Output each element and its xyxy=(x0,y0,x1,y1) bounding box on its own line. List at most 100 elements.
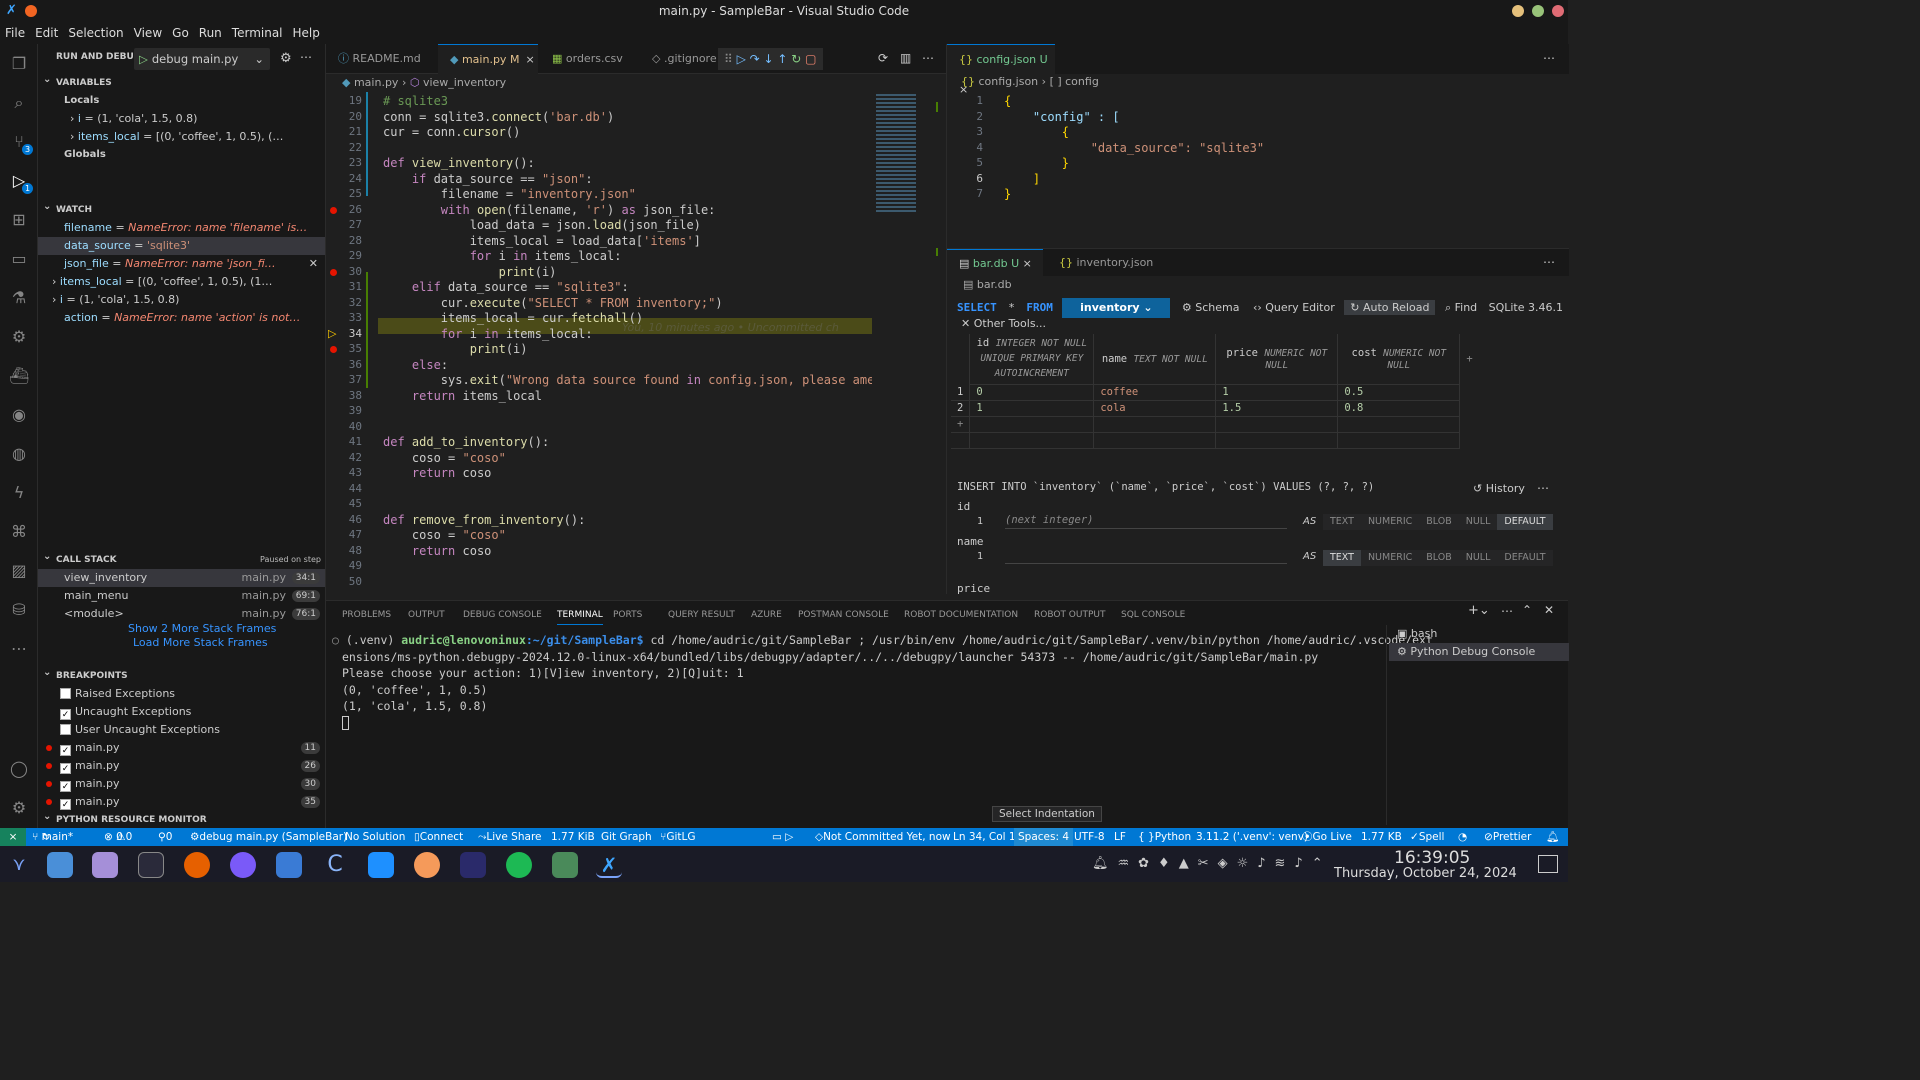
code-line[interactable]: "data_source": "sqlite3" xyxy=(1004,141,1264,155)
menu-help[interactable]: Help xyxy=(288,22,325,44)
minimap[interactable] xyxy=(872,92,938,592)
menu-edit[interactable]: Edit xyxy=(30,22,63,44)
close-tab-icon[interactable]: × xyxy=(525,53,534,66)
indentation-status[interactable]: Spaces: 4 xyxy=(1014,828,1074,846)
menu-go[interactable]: Go xyxy=(167,22,194,44)
connect-status[interactable]: ▯ Connect xyxy=(414,828,463,846)
breakpoint-dot-icon[interactable] xyxy=(330,206,337,214)
config-editor[interactable]: 1 {2 "config" : [3 {4 "data_source": "sql… xyxy=(947,92,1567,242)
code-line[interactable]: return items_local xyxy=(383,389,542,403)
screen-app-icon[interactable] xyxy=(460,852,486,878)
remove-watch-icon[interactable]: ✕ xyxy=(309,255,318,273)
clock-date[interactable]: Thursday, October 24, 2024 xyxy=(1334,866,1517,881)
watch-item[interactable]: data_source = 'sqlite3' xyxy=(38,237,325,255)
tab-readme[interactable]: ⓘ README.md xyxy=(326,44,432,74)
stack-frame[interactable]: view_inventory main.py 34:1 xyxy=(38,569,325,587)
database-icon[interactable]: ⛁ xyxy=(9,600,29,620)
panel-tab-azure[interactable]: AZURE xyxy=(751,605,782,625)
panel-tab-problems[interactable]: PROBLEMS xyxy=(342,605,391,625)
editor-more-icon[interactable]: ⋯ xyxy=(922,51,934,65)
table-cell[interactable]: 0 xyxy=(969,384,1095,401)
watch-item[interactable]: action = NameError: name 'action' is not… xyxy=(38,309,325,327)
table-cell[interactable]: cola xyxy=(1093,400,1217,417)
find-button[interactable]: ⌕ Find xyxy=(1445,301,1477,314)
code-line[interactable]: return coso xyxy=(383,466,491,480)
add-row-icon[interactable]: + xyxy=(951,416,971,433)
code-line[interactable]: cur.execute("SELECT * FROM inventory;") xyxy=(383,296,723,310)
code-line[interactable]: } xyxy=(1004,156,1069,170)
checkbox[interactable] xyxy=(60,724,71,735)
locals-scope[interactable]: Locals xyxy=(38,92,325,110)
run-debug-icon[interactable]: ▷ 1 xyxy=(9,171,33,194)
code-line[interactable]: elif data_source == "sqlite3": xyxy=(383,280,629,294)
code-line[interactable]: items_local = load_data['items'] xyxy=(383,234,701,248)
watch-section[interactable]: WATCH xyxy=(38,198,325,219)
insert-more-icon[interactable]: ⋯ xyxy=(1537,481,1549,495)
code-line[interactable]: ] xyxy=(1004,172,1040,186)
system-tray[interactable]: 🔔︎♒✿♦▲✂◈☼♪≋♪⌃ xyxy=(1092,856,1332,871)
breakpoint-dot-icon[interactable] xyxy=(330,268,337,276)
stop-icon[interactable]: ▢ xyxy=(805,52,816,66)
editor-more-icon[interactable]: ⋯ xyxy=(1543,51,1555,65)
breakpoint-item[interactable]: ✓ main.py 35 xyxy=(38,793,325,811)
live-share-status[interactable]: ⤳ Live Share xyxy=(478,828,542,846)
terminal-session-debug[interactable]: ⚙ Python Debug Console xyxy=(1389,643,1569,661)
files-app-icon[interactable] xyxy=(47,852,73,878)
extensions-icon[interactable]: ⊞ xyxy=(9,210,29,230)
type-null-option[interactable]: NULL xyxy=(1458,514,1498,530)
close-tab-icon[interactable]: × xyxy=(1023,257,1032,270)
json-icon[interactable]: ◍ xyxy=(9,444,29,464)
panel-tab-debug-console[interactable]: DEBUG CONSOLE xyxy=(463,605,542,625)
other-tools-button[interactable]: ✕ Other Tools... xyxy=(961,317,1046,330)
checkbox[interactable]: ✓ xyxy=(60,781,71,792)
db-grid[interactable]: id INTEGER NOT NULL UNIQUE PRIMARY KEY A… xyxy=(951,334,1479,449)
code-line[interactable]: with open(filename, 'r') as json_file: xyxy=(383,203,716,217)
panel-tab-output[interactable]: OUTPUT xyxy=(408,605,445,625)
code-line[interactable]: for i in items_local: xyxy=(383,249,622,263)
query-editor-button[interactable]: ‹› Query Editor xyxy=(1253,301,1335,314)
history-button[interactable]: ↺ History xyxy=(1473,482,1525,495)
music-app-icon[interactable] xyxy=(368,852,394,878)
id-type-selector[interactable]: TEXT NUMERIC BLOB NULL DEFAULT xyxy=(1323,513,1553,530)
globals-scope[interactable]: Globals xyxy=(38,146,325,164)
code-line[interactable]: else: xyxy=(383,358,448,372)
table-cell[interactable]: coffee xyxy=(1093,384,1217,401)
breakpoint-option[interactable]: Raised Exceptions xyxy=(38,685,325,703)
remote-explorer-icon[interactable]: ▭ xyxy=(9,249,29,269)
cursor-position[interactable]: Ln 34, Col 1 xyxy=(953,828,1016,846)
stack-frame[interactable]: <module> main.py 76:1 xyxy=(38,605,325,623)
type-null-option[interactable]: NULL xyxy=(1458,550,1498,566)
column-header-cost[interactable]: cost NUMERIC NOT NULL xyxy=(1337,334,1461,385)
editor-more-icon[interactable]: ⋯ xyxy=(1543,255,1555,269)
tab-gitignore[interactable]: ◇ .gitignore xyxy=(640,44,720,74)
code-line[interactable]: print(i) xyxy=(383,342,528,356)
code-line[interactable]: load_data = json.load(json_file) xyxy=(383,218,701,232)
debug-settings-gear-icon[interactable]: ⚙ xyxy=(280,51,292,66)
tab-config-json[interactable]: {} config.json U × xyxy=(947,44,1055,96)
column-header-name[interactable]: name TEXT NOT NULL xyxy=(1093,334,1217,385)
step-into-icon[interactable]: ↓ xyxy=(764,52,778,66)
code-line[interactable]: def remove_from_inventory(): xyxy=(383,513,585,527)
menu-terminal[interactable]: Terminal xyxy=(227,22,288,44)
column-header-id[interactable]: id INTEGER NOT NULL UNIQUE PRIMARY KEY A… xyxy=(969,334,1095,385)
encoding-status[interactable]: UTF-8 xyxy=(1074,828,1105,846)
checkbox[interactable]: ✓ xyxy=(60,799,71,810)
show-more-frames-link[interactable]: Show 2 More Stack Frames xyxy=(128,622,276,635)
code-line[interactable]: items_local = cur.fetchall() xyxy=(383,311,643,325)
testing-icon[interactable]: ⚗ xyxy=(9,288,29,308)
panel-tab-sql-console[interactable]: SQL CONSOLE xyxy=(1121,605,1185,625)
solution-status[interactable]: No Solution xyxy=(345,828,405,846)
variable-row[interactable]: › items_local = [(0, 'coffee', 1, 0.5), … xyxy=(38,128,325,146)
breadcrumb-file[interactable]: main.py xyxy=(354,76,398,89)
type-blob-option[interactable]: BLOB xyxy=(1419,514,1459,530)
checkbox[interactable]: ✓ xyxy=(60,745,71,756)
kdenlive-app-icon[interactable] xyxy=(414,852,440,878)
breakpoints-section[interactable]: BREAKPOINTS xyxy=(38,664,325,685)
menu-file[interactable]: File xyxy=(0,22,30,44)
code-editor[interactable]: 19 # sqlite3 20 conn = sqlite3.connect('bar… xyxy=(326,92,872,592)
resource-monitor-section[interactable]: PYTHON RESOURCE MONITOR xyxy=(38,808,325,828)
more-actions-icon[interactable]: ⋯ xyxy=(300,50,312,64)
close-button[interactable] xyxy=(1552,5,1564,17)
panel-tab-terminal[interactable]: TERMINAL xyxy=(557,605,603,625)
table-cell[interactable]: 0.5 xyxy=(1337,384,1461,401)
